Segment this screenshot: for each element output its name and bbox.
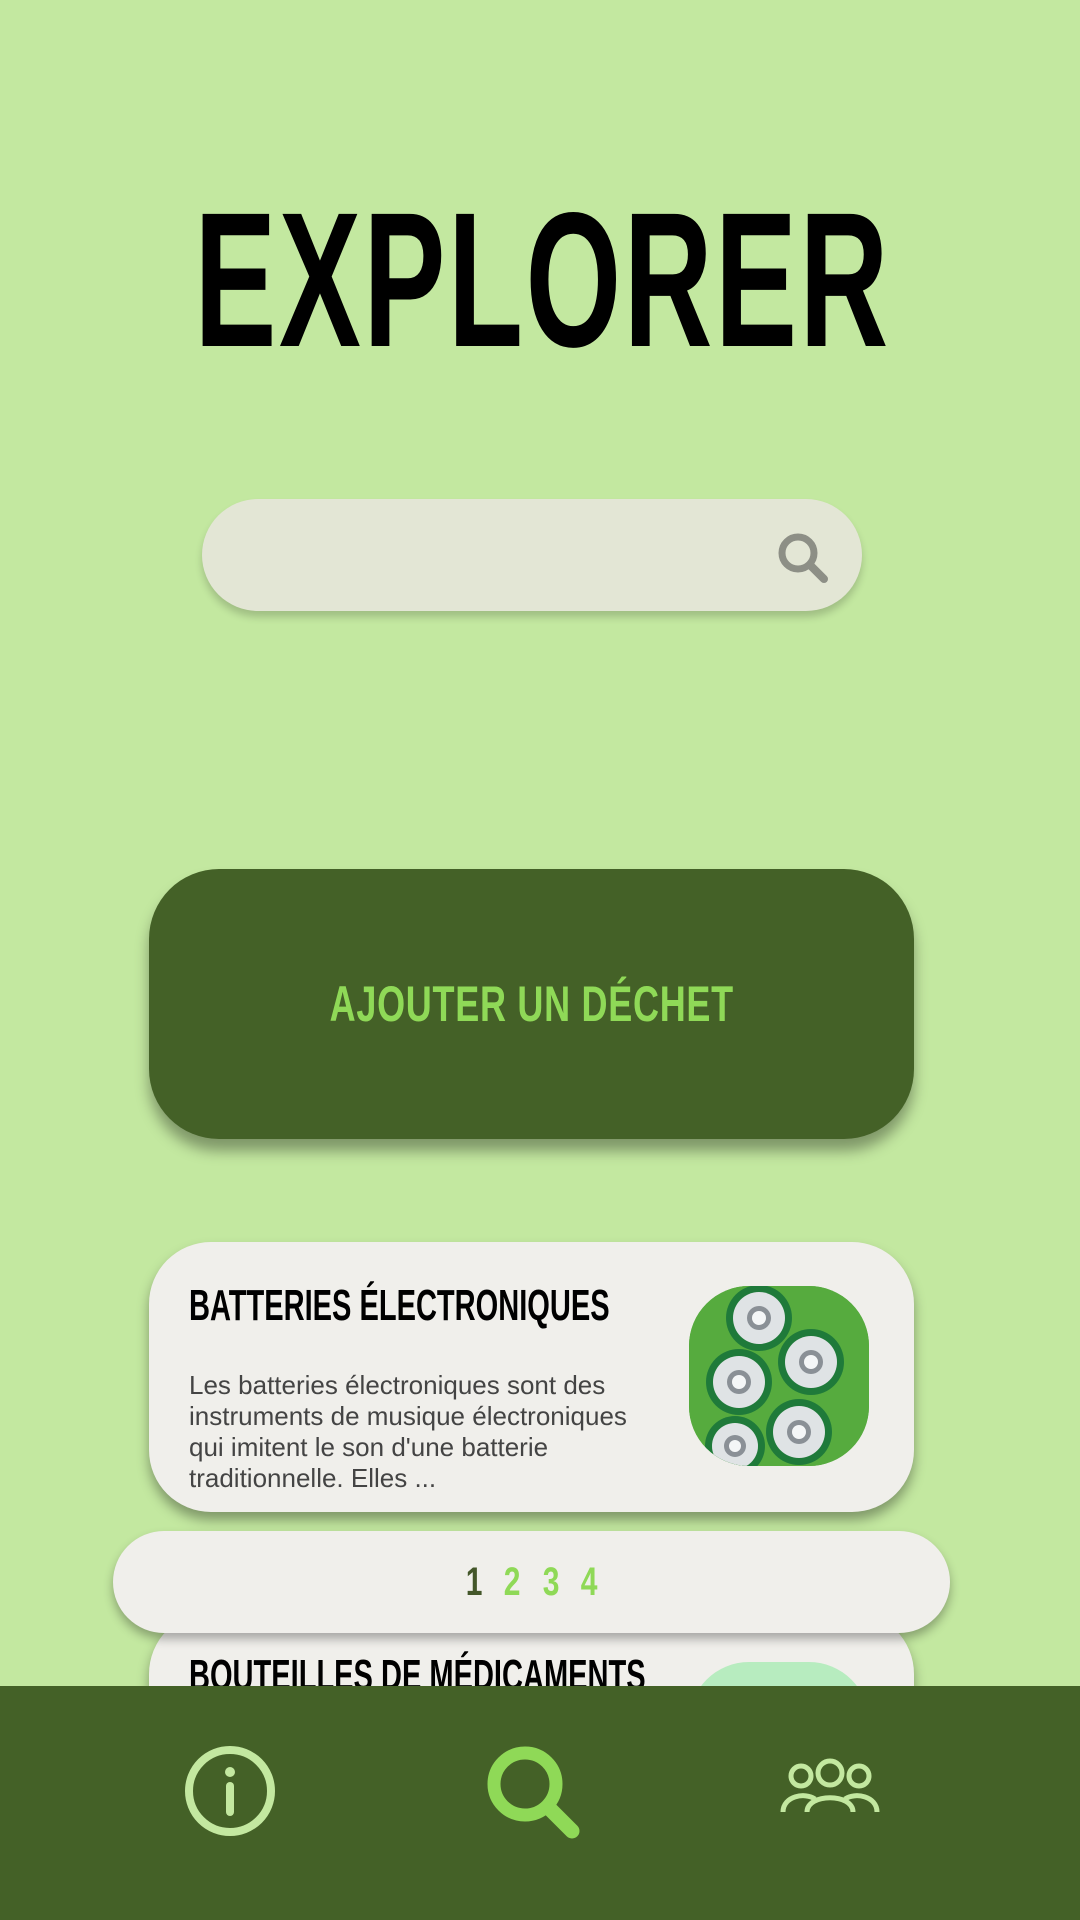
card-description: Les batteries électroniques sont des ins…: [189, 1370, 627, 1493]
add-waste-button[interactable]: AJOUTER UN DÉCHET: [149, 869, 914, 1139]
page-1[interactable]: 1: [466, 1560, 483, 1605]
community-icon[interactable]: [775, 1736, 885, 1846]
page-4[interactable]: 4: [581, 1560, 598, 1605]
card-title: BATTERIES ÉLECTRONIQUES: [189, 1281, 610, 1330]
search-bar[interactable]: [202, 499, 862, 613]
pagination: 1 2 3 4: [113, 1531, 950, 1633]
page-title: EXPLORER: [194, 172, 891, 387]
search-icon[interactable]: [477, 1736, 587, 1846]
bottom-nav: [0, 1686, 1080, 1920]
info-icon[interactable]: [175, 1736, 285, 1846]
search-icon[interactable]: [774, 529, 834, 589]
add-waste-label: AJOUTER UN DÉCHET: [329, 976, 734, 1032]
search-input[interactable]: [242, 499, 766, 613]
page-2[interactable]: 2: [504, 1560, 521, 1605]
waste-card[interactable]: BATTERIES ÉLECTRONIQUES Les batteries él…: [149, 1242, 914, 1512]
batteries-image: [689, 1286, 869, 1466]
page-3[interactable]: 3: [542, 1560, 559, 1605]
